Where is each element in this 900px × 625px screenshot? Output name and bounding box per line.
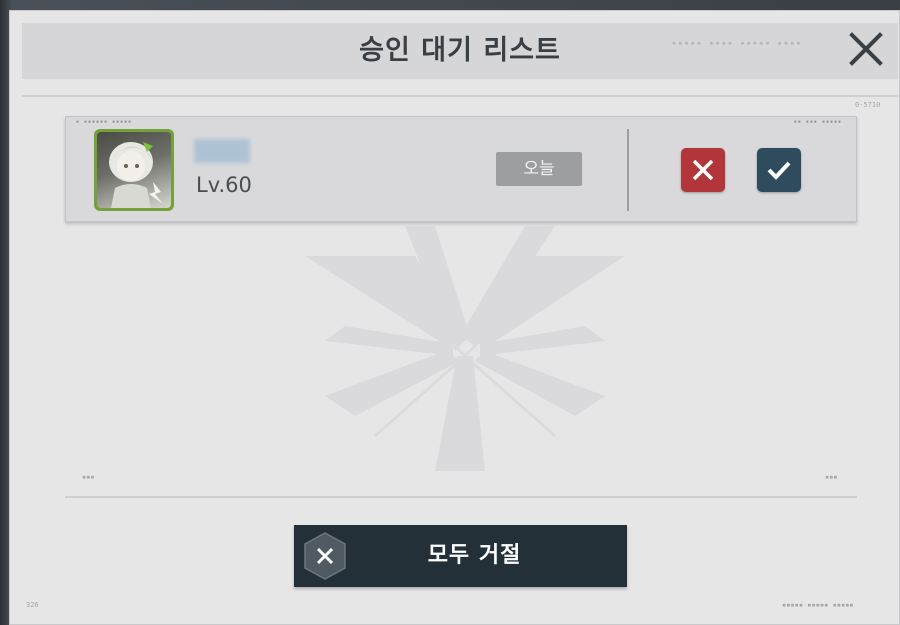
request-date-badge: 오늘 bbox=[496, 152, 582, 186]
title-bar: 승인 대기 리스트 ▪▪▪▪▪ ▪▪▪▪ ▪▪▪▪▪ ▪▪▪▪ bbox=[22, 23, 898, 79]
x-icon bbox=[692, 159, 714, 181]
player-level: Lv.60 bbox=[196, 173, 252, 197]
avatar bbox=[94, 129, 174, 211]
corner-code-decoration: 0-5710 bbox=[855, 101, 881, 109]
accept-button[interactable] bbox=[757, 148, 801, 192]
corner-code-decoration: 326 bbox=[26, 601, 39, 609]
card-decoration: ▪ ▪▪▪▪▪▪ ▪▪▪▪▪ bbox=[76, 119, 133, 125]
reject-all-label: 모두 거절 bbox=[427, 543, 522, 568]
title-divider bbox=[22, 95, 898, 97]
check-icon bbox=[767, 161, 791, 180]
reject-all-button[interactable]: 모두 거절 bbox=[294, 525, 627, 587]
corner-code-decoration: ▪▪▪▪▪ ▪▪▪▪▪ ▪▪▪▪▪ bbox=[782, 601, 854, 609]
card-decoration: ▪▪ ▪▪▪ ▪▪▪▪▪ bbox=[793, 119, 842, 125]
corner-code-decoration: ▪▪▪ bbox=[82, 473, 95, 481]
title-decoration: ▪▪▪▪▪ ▪▪▪▪ ▪▪▪▪▪ ▪▪▪▪ bbox=[672, 39, 803, 47]
close-icon bbox=[849, 32, 883, 66]
corner-code-decoration: ▪▪▪ bbox=[825, 473, 838, 481]
close-button[interactable] bbox=[846, 29, 886, 69]
friend-request-card: ▪ ▪▪▪▪▪▪ ▪▪▪▪▪ ▪▪ ▪▪▪ ▪▪▪▪▪ Lv.60 오늘 bbox=[65, 116, 857, 222]
pending-approval-dialog: 승인 대기 리스트 ▪▪▪▪▪ ▪▪▪▪ ▪▪▪▪▪ ▪▪▪▪ 0-5710 ▪… bbox=[9, 10, 900, 625]
reject-button[interactable] bbox=[681, 148, 725, 192]
background-emblem bbox=[305, 226, 625, 471]
footer-divider bbox=[65, 496, 857, 498]
avatar-portrait bbox=[97, 132, 171, 208]
dialog-title: 승인 대기 리스트 bbox=[359, 35, 561, 66]
username-redacted bbox=[194, 139, 250, 163]
card-divider bbox=[627, 129, 629, 211]
